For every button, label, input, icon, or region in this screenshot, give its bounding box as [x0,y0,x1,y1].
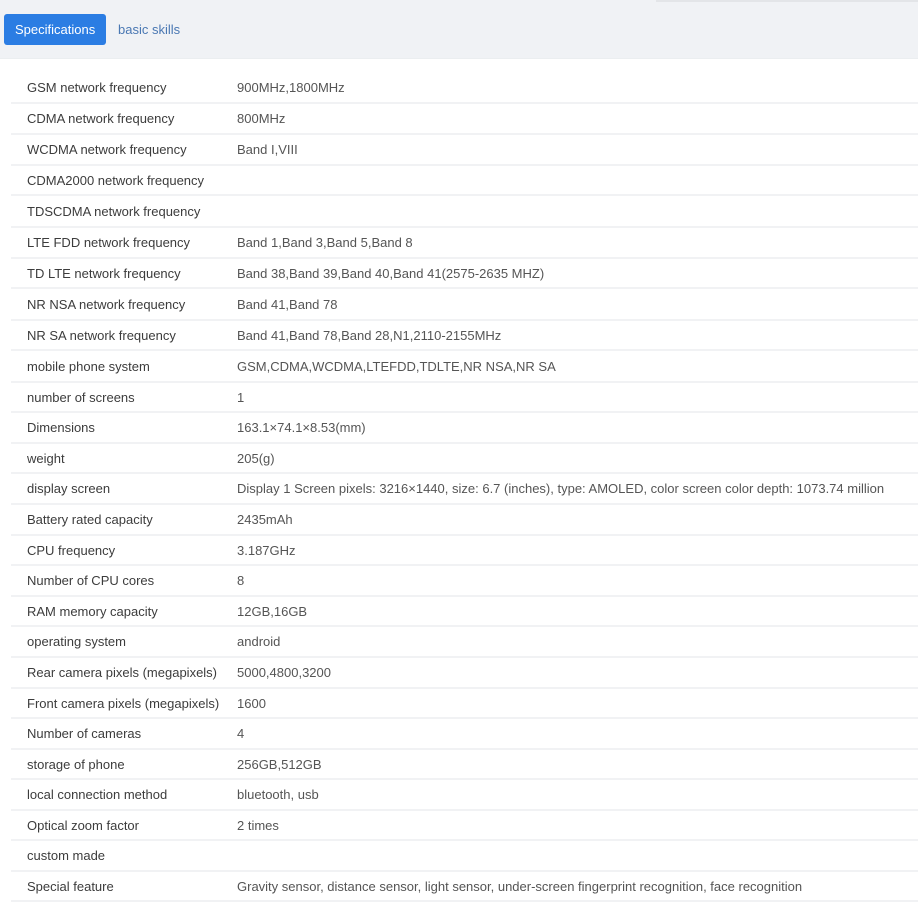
spec-row: number of screens 1 [11,383,918,413]
spec-value: android [237,634,281,649]
spec-value: 900MHz,1800MHz [237,80,345,95]
spec-label: Number of CPU cores [27,573,155,588]
spec-label: Special feature [27,878,114,894]
spec-row: Front camera pixels (megapixels) 1600 [11,689,918,719]
spec-label: RAM memory capacity [27,603,158,619]
spec-label: operating system [27,634,126,649]
spec-value: Band 1,Band 3,Band 5,Band 8 [237,235,413,250]
divider [656,0,918,2]
tab-specifications[interactable]: Specifications [4,14,107,45]
spec-row: mobile phone system GSM,CDMA,WCDMA,LTEFDD… [11,351,918,383]
spec-row: Number of cameras 4 [11,719,918,750]
spec-label: custom made [27,848,106,863]
spec-label: local connection method [27,787,168,802]
spec-label: weight [27,450,65,466]
tab-bar: Specifications basic skills [0,0,918,59]
spec-value: GSM,CDMA,WCDMA,LTEFDD,TDLTE,NR NSA,NR SA [237,358,556,374]
spec-label: Number of cameras [27,726,142,741]
spec-value: 205(g) [237,450,275,466]
spec-value: 2 times [237,817,279,833]
spec-row: custom made [11,841,918,872]
spec-value: Band 41,Band 78 [237,296,338,312]
spec-value: 12GB,16GB [237,603,308,619]
spec-label: storage of phone [27,756,125,772]
spec-value: Band 41,Band 78,Band 28,N1,2110-2155MHz [237,327,502,343]
spec-row: Number of CPU cores 8 [11,566,918,597]
spec-value: 1600 [237,695,266,711]
spec-value: Band I,VIII [237,142,298,157]
spec-value: 800MHz [237,111,286,126]
spec-row: local connection method bluetooth, usb [11,780,918,811]
spec-label: NR NSA network frequency [27,296,186,312]
spec-row: Dimensions 163.1×74.1×8.53(mm) [11,413,918,444]
spec-label: CPU frequency [27,542,116,558]
spec-row: CDMA2000 network frequency [11,166,918,196]
spec-value: 4 [237,726,245,741]
spec-value: 8 [237,573,245,588]
spec-row: GSM network frequency 900MHz,1800MHz [11,73,918,104]
spec-value: Gravity sensor, distance sensor, light s… [237,878,803,894]
spec-row: LTE FDD network frequency Band 1,Band 3,B… [11,228,918,259]
spec-label: LTE FDD network frequency [27,235,191,250]
spec-row: CDMA network frequency 800MHz [11,104,918,135]
spec-label: WCDMA network frequency [27,142,187,157]
spec-value: 5000,4800,3200 [237,665,331,680]
spec-row: operating system android [11,627,918,658]
spec-label: Front camera pixels (megapixels) [27,695,220,711]
spec-row: storage of phone 256GB,512GB [11,750,918,780]
spec-row: TD LTE network frequency Band 38,Band 39,… [11,259,918,289]
spec-label: Optical zoom factor [27,817,139,833]
spec-row: NR SA network frequency Band 41,Band 78,B… [11,321,918,351]
specs-table: GSM network frequency 900MHz,1800MHz CDMA … [11,73,918,902]
spec-row: WCDMA network frequency Band I,VIII [11,135,918,166]
spec-label: CDMA network frequency [27,111,175,126]
spec-value: 1 [237,389,245,405]
spec-value: bluetooth, usb [237,787,319,802]
spec-value: 3.187GHz [237,542,296,558]
spec-label: display screen [27,481,111,496]
spec-label: CDMA2000 network frequency [27,172,205,188]
spec-row: RAM memory capacity 12GB,16GB [11,597,918,627]
spec-value: 163.1×74.1×8.53(mm) [237,420,366,435]
spec-row: NR NSA network frequency Band 41,Band 78 [11,289,918,321]
spec-row: TDSCDMA network frequency [11,196,918,228]
spec-label: TD LTE network frequency [27,265,181,281]
spec-label: Dimensions [27,420,95,435]
spec-row: Rear camera pixels (megapixels) 5000,4800… [11,658,918,689]
spec-row: display screen Display 1 Screen pixels: 3… [11,474,918,505]
spec-label: Battery rated capacity [27,512,153,527]
spec-value: Display 1 Screen pixels: 3216×1440, size… [237,481,885,496]
spec-label: NR SA network frequency [27,327,176,343]
spec-row: CPU frequency 3.187GHz [11,536,918,566]
spec-label: GSM network frequency [27,80,167,95]
spec-label: Rear camera pixels (megapixels) [27,665,218,680]
spec-row: Battery rated capacity 2435mAh [11,505,918,536]
spec-value: 2435mAh [237,512,293,527]
spec-row: weight 205(g) [11,444,918,474]
spec-row: Optical zoom factor 2 times [11,811,918,841]
spec-value: Band 38,Band 39,Band 40,Band 41(2575-263… [237,265,545,281]
spec-label: mobile phone system [27,358,150,374]
spec-label: number of screens [27,389,135,405]
spec-value: 256GB,512GB [237,756,322,772]
spec-row: Special feature Gravity sensor, distance … [11,872,918,902]
tab-basic-skills[interactable]: basic skills [107,14,191,45]
spec-label: TDSCDMA network frequency [27,203,201,219]
